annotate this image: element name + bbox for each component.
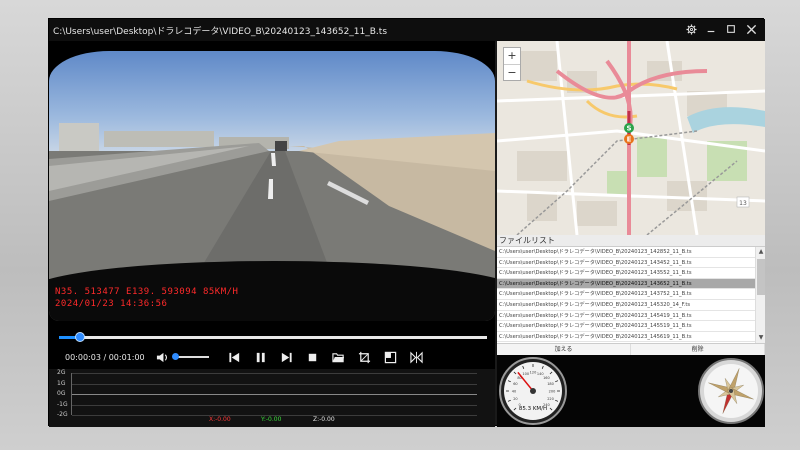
close-icon[interactable] [745,24,757,36]
add-file-button[interactable]: 加える [497,344,631,355]
speed-tick-label: 20 [513,397,517,401]
speed-tick-label: 220 [547,397,554,401]
time-display: 00:00:03 / 00:01:00 [49,353,145,362]
gsensor-x-value: X:-0.00 [209,416,231,423]
gsensor-z-value: Z:-0.00 [313,416,335,423]
file-list-item[interactable]: C:\Users\user\Desktop\ドラレコデータ\VIDEO_B\20… [497,268,755,279]
file-list-item[interactable]: C:\Users\user\Desktop\ドラレコデータ\VIDEO_B\20… [497,300,755,311]
speed-tick-label: 40 [512,390,516,394]
stop-icon[interactable] [305,350,319,364]
delete-file-button[interactable]: 削除 [631,344,765,355]
osd-gps-speed: N35. 513477 E139. 593094 85KM/H [55,287,239,297]
gsensor-gridline [72,373,477,374]
speedometer: 020406080100 120 140160180200220240 85.3 K… [499,357,567,425]
speed-readout: 85.3 KM/H [519,406,547,412]
compass [698,358,764,424]
file-list-item[interactable]: C:\Users\user\Desktop\ドラレコデータ\VIDEO_B\20… [497,258,755,269]
gsensor-tick-label: 1G [57,379,66,387]
gsensor-panel: 2G 1G 0G -1G -2G X:-0.00 Y:-0.00 Z:-0.00 [49,369,495,427]
skip-forward-icon[interactable] [279,350,293,364]
total-time: 00:01:00 [108,352,145,362]
scrollbar-thumb[interactable] [757,259,765,295]
map-end-marker: E [627,136,632,144]
chevron-up-icon[interactable]: ▲ [756,247,766,257]
file-list-panel: ファイルリスト C:\Users\user\Desktop\ドラレコデータ\VI… [497,235,765,355]
current-time: 00:00:03 [65,352,101,362]
file-list-item[interactable]: C:\Users\user\Desktop\ドラレコデータ\VIDEO_B\20… [497,247,755,258]
flip-icon[interactable] [409,350,423,364]
speed-tick-label: 120 [530,371,537,375]
speed-tick-label: 180 [547,382,554,386]
window-title: C:\Users\user\Desktop\ドラレコデータ\VIDEO_B\20… [53,26,388,37]
playback-controls: 00:00:03 / 00:01:00 [49,345,495,369]
gsensor-plot [71,373,477,416]
volume-slider[interactable] [171,353,209,360]
dashcam-frame: N35. 513477 E139. 593094 85KM/H 2024/01/… [49,51,495,321]
map-zoom-control: + − [503,47,521,81]
app-window: C:\Users\user\Desktop\ドラレコデータ\VIDEO_B\20… [48,18,765,427]
file-list-item[interactable]: C:\Users\user\Desktop\ドラレコデータ\VIDEO_B\20… [497,332,755,343]
zoom-in-button[interactable]: + [504,48,520,64]
speed-tick-label: 200 [549,390,556,394]
gsensor-tick-label: 2G [57,369,66,376]
seek-bar[interactable] [49,331,495,345]
map-route-number: 13 [739,200,747,207]
osd-datetime: 2024/01/23 14:36:56 [55,299,168,309]
volume-handle[interactable] [171,353,179,360]
gsensor-y-value: Y:-0.00 [261,416,282,423]
file-list-item[interactable]: C:\Users\user\Desktop\ドラレコデータ\VIDEO_B\20… [497,311,755,322]
volume-control [155,350,209,364]
seek-handle[interactable] [75,332,86,342]
volume-icon[interactable] [155,350,169,364]
zoom-out-button[interactable]: − [504,64,520,80]
snapshot-icon[interactable] [383,350,397,364]
file-list-item[interactable]: C:\Users\user\Desktop\ドラレコデータ\VIDEO_B\20… [497,278,755,290]
gsensor-tick-label: 0G [57,390,66,397]
time-separator: / [100,352,109,362]
maximize-icon[interactable] [725,24,737,36]
gsensor-gridline [72,394,477,395]
file-list-scrollbar[interactable]: ▲ ▼ [755,247,765,343]
file-list-buttons: 加える 削除 [497,343,765,355]
file-list-header: ファイルリスト [497,235,765,247]
map-panel[interactable]: S E 13 + − [497,41,765,235]
video-viewport[interactable]: N35. 513477 E139. 593094 85KM/H 2024/01/… [49,41,495,331]
gauges-panel: 0 20 40 60 80 100 120 140 160 180 200 220 240 85.3 K… [497,355,765,427]
file-list-item[interactable]: C:\Users\user\Desktop\ドラレコデータ\VIDEO_B\20… [497,321,755,332]
seek-track[interactable] [59,336,487,339]
skip-back-icon[interactable] [227,350,241,364]
map-tiles: S E 13 [497,41,765,235]
crop-icon[interactable] [357,350,371,364]
speed-tick-label: 160 [543,376,550,380]
minimize-icon[interactable] [705,24,717,36]
speed-tick-label: 100 [522,372,529,376]
gsensor-gridline [72,404,477,406]
gsensor-gridline [72,383,477,385]
file-list: C:\Users\user\Desktop\ドラレコデータ\VIDEO_B\20… [497,247,755,343]
map-start-marker: S [626,125,631,133]
speed-tick-label: 60 [513,382,517,386]
gear-icon[interactable] [685,24,697,36]
file-list-item[interactable]: C:\Users\user\Desktop\ドラレコデータ\VIDEO_B\20… [497,289,755,300]
folder-open-icon[interactable] [331,350,345,364]
window-controls [685,24,765,36]
gsensor-tick-label: -1G [57,400,68,408]
pause-icon[interactable] [253,350,267,364]
title-bar: C:\Users\user\Desktop\ドラレコデータ\VIDEO_B\20… [49,19,765,41]
chevron-down-icon[interactable]: ▼ [756,333,766,343]
gsensor-tick-label: -2G [57,411,68,418]
